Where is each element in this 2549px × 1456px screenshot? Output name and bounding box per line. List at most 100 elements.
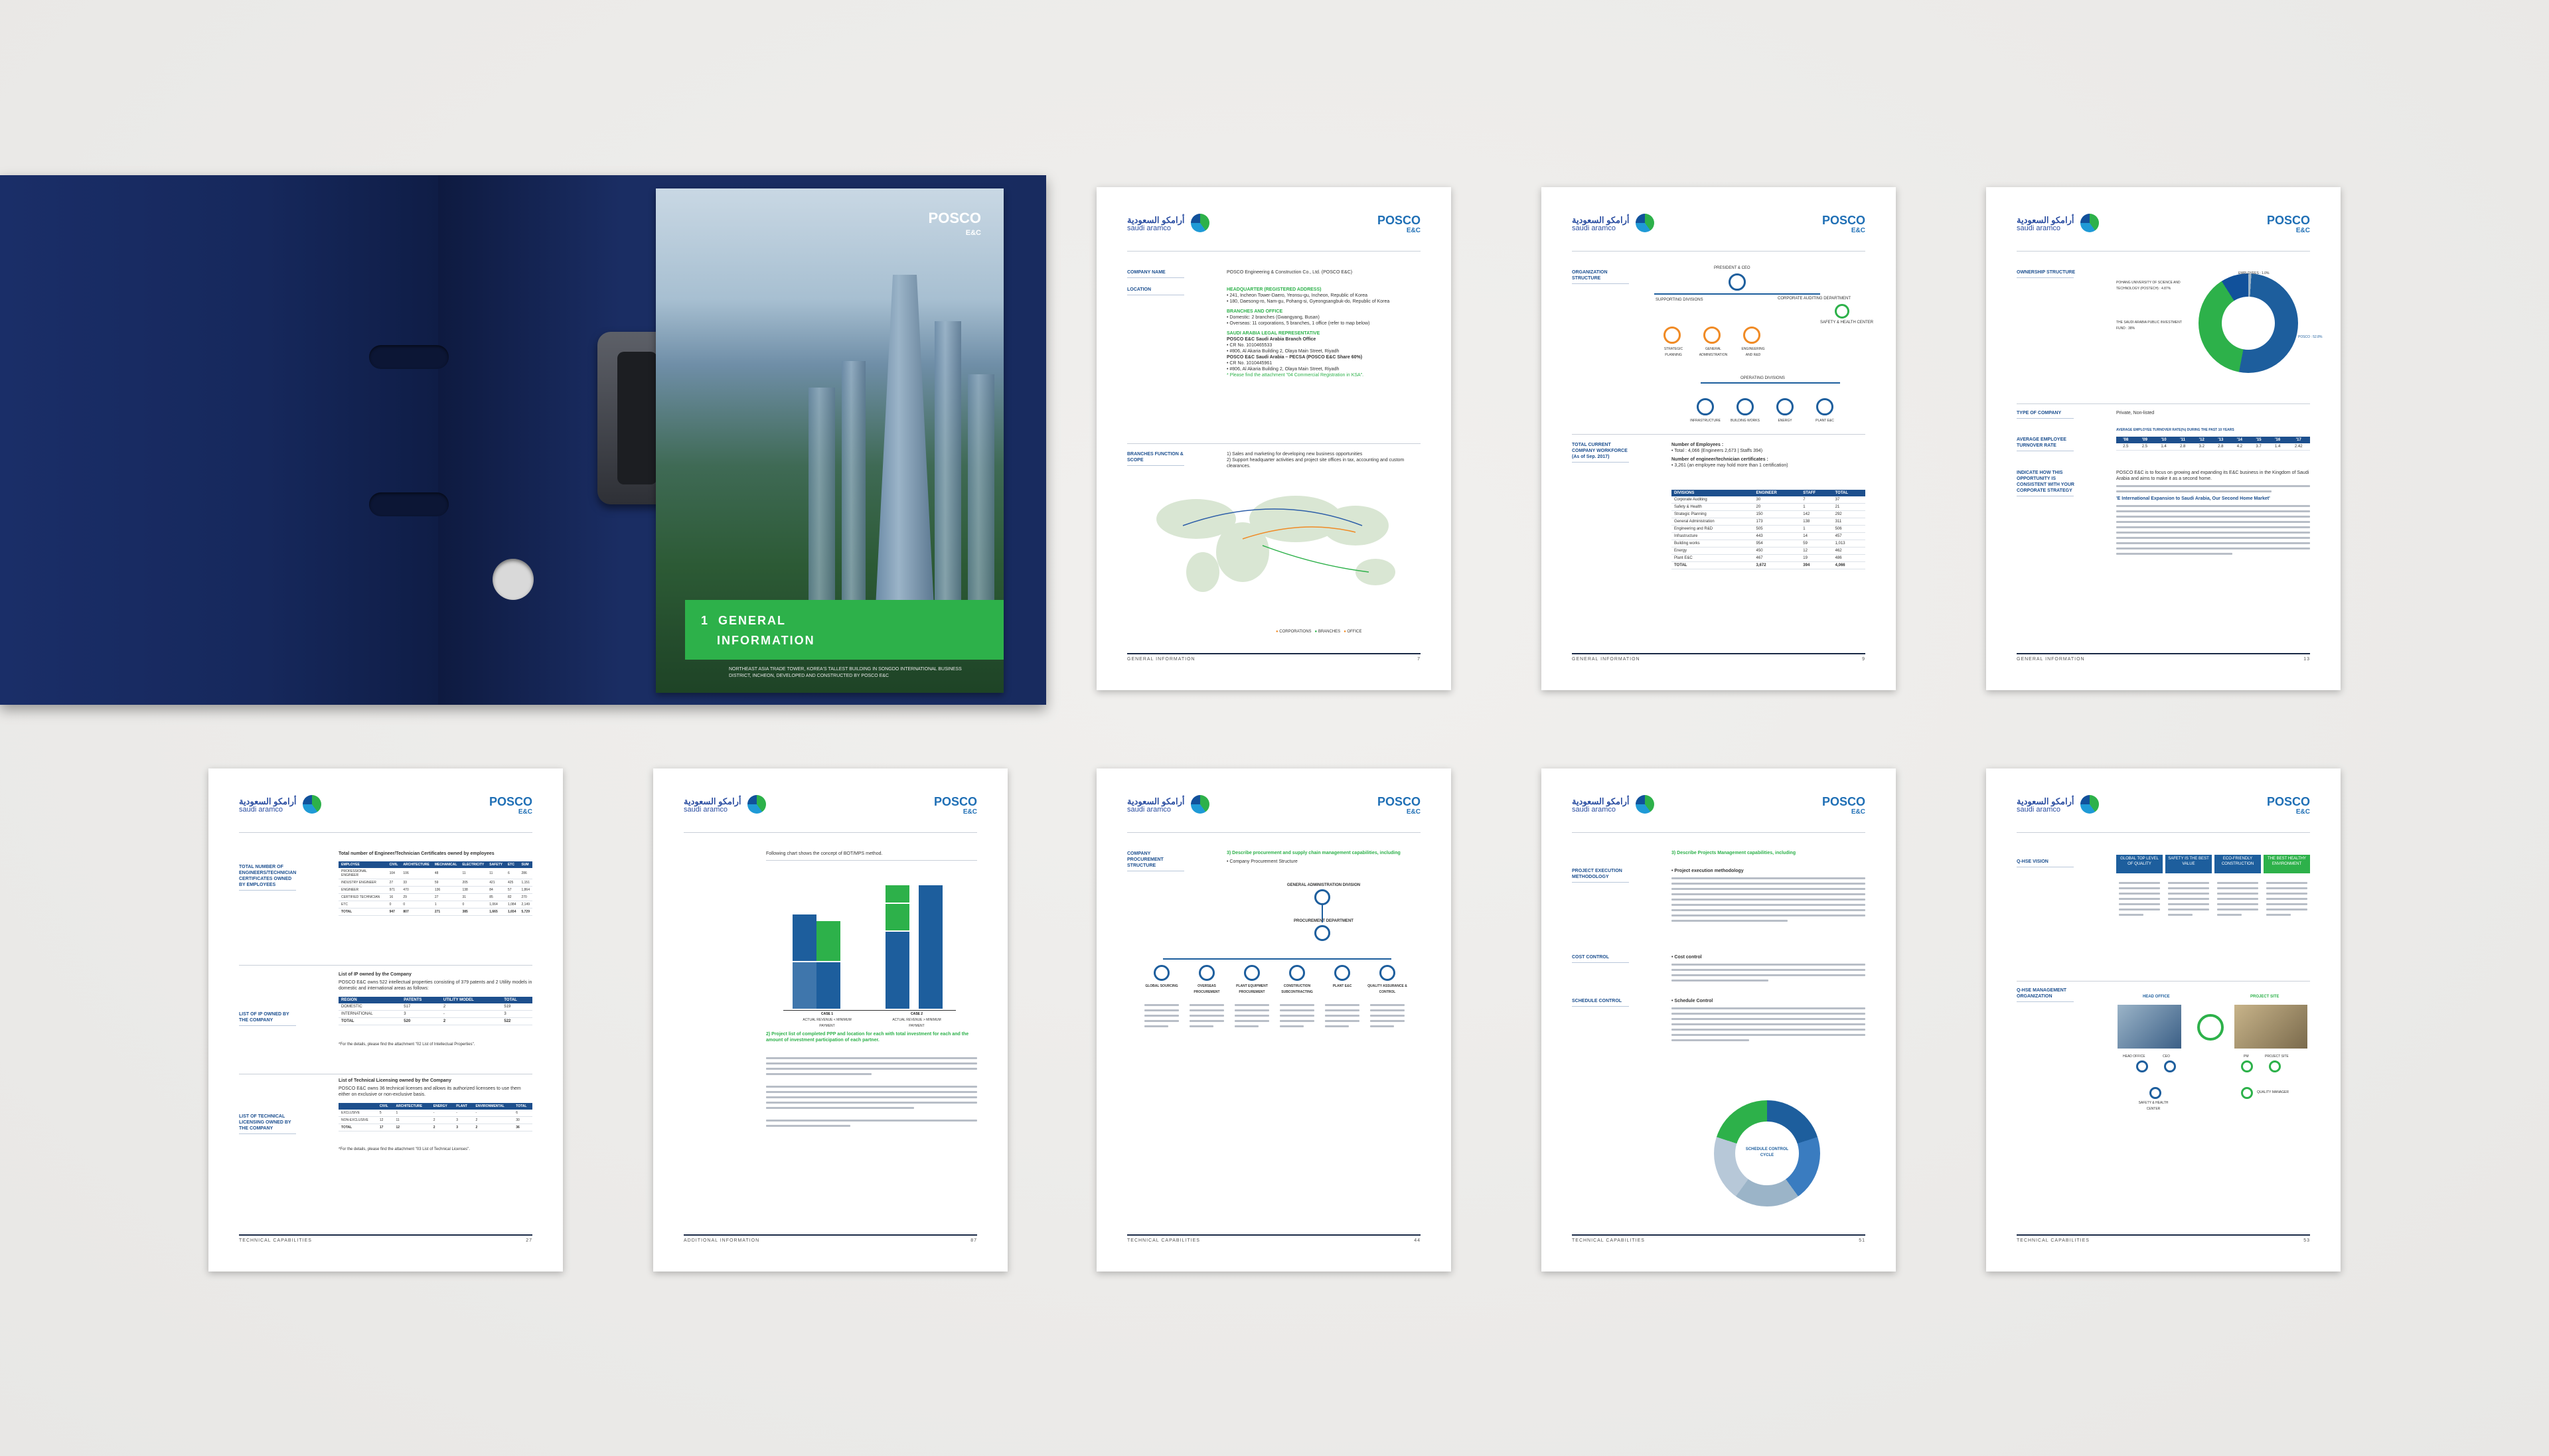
page-technical-53: Q-HSE VISION GLOBAL TOP LEVEL OF QUALITY… — [1986, 768, 2341, 1272]
table-total-row: TOTAL 17 12 2 3 2 36 — [339, 1124, 532, 1131]
saudi-aramco-logo: أرامكو السعودية saudi aramco — [1572, 215, 1630, 232]
org-node — [2164, 1060, 2176, 1072]
aramco-mark-icon — [1191, 214, 1209, 232]
section-label: TOTAL CURRENT COMPANY WORKFORCE (As of S… — [1572, 442, 1632, 463]
table-row: INTERNATIONAL 3-3 — [339, 1010, 532, 1018]
table-header-cell: CIVIL — [386, 861, 401, 868]
vision-heading: ECO-FRIENDLY CONSTRUCTION — [2214, 855, 2261, 873]
table-cell: 12 — [376, 1116, 394, 1124]
page-general-info-13: OWNERSHIP STRUCTURE POHANG UNIVERSITY OF… — [1986, 187, 2341, 690]
table-header-cell: STAFF — [1800, 490, 1833, 496]
table-cell: 2 — [430, 1124, 454, 1131]
chart-bar — [816, 921, 840, 961]
page-technical-44: COMPANY PROCUREMENT STRUCTURE 3) Describ… — [1097, 768, 1451, 1272]
vision-heading: SAFETY IS THE BEST VALUE — [2165, 855, 2212, 873]
vision-text — [2168, 879, 2209, 919]
table-cell: - — [473, 1110, 514, 1117]
page-footer: ADDITIONAL INFORMATION 87 — [684, 1234, 977, 1245]
page-technical-27: TOTAL NUMBER OF ENGINEERS/TECHNICIAN CER… — [208, 768, 563, 1272]
org-label: GENERAL ADMINISTRATION — [1699, 347, 1728, 357]
case-label: CASE 1 ACTUAL REVENUE < MINIMUM PAYMENT — [803, 1012, 852, 1028]
cover-logo: POSCO E&C — [928, 210, 981, 238]
org-label: GENERAL ADMINISTRATION DIVISION — [1286, 883, 1361, 887]
page-header: أرامكو السعودية saudi aramco POSCO E&C — [1127, 214, 1421, 247]
turnover-year: '14 — [2230, 437, 2250, 443]
table-cell: 205 — [459, 879, 487, 887]
table-cell: TOTAL — [339, 908, 387, 916]
org-node — [1835, 304, 1849, 319]
table-cell: 470 — [400, 886, 432, 894]
table-cell: 2 — [430, 1116, 454, 1124]
org-node — [1776, 398, 1794, 415]
table-cell: 4,066 — [1832, 561, 1865, 569]
org-label: QUALITY MANAGER — [2257, 1090, 2289, 1094]
turnover-table: '08'09'10'11'12'13'14'15'16'17 2.5 2.5 1.4 2… — [2116, 437, 2310, 451]
table-cell: 2 — [440, 1003, 502, 1011]
table-cell: 0 — [459, 901, 487, 909]
ownership-label: THE SAUDI ARABIA PUBLIC INVESTMENT FUND … — [2116, 321, 2182, 330]
turnover-value: 2.8 — [2211, 443, 2230, 451]
table-cell: Engineering and R&D — [1671, 525, 1754, 533]
table-cell: 20 — [1753, 503, 1801, 511]
table-cell: 1,864 — [518, 886, 532, 894]
page-footer: TECHNICAL CAPABILITIES 44 — [1127, 1234, 1421, 1245]
section-title-line2: INFORMATION — [717, 634, 815, 647]
table-cell: General Administration — [1671, 518, 1754, 526]
header-divider — [2017, 832, 2310, 833]
table-cell: 519 — [501, 1003, 532, 1011]
table-cell: INTERNATIONAL — [339, 1010, 402, 1018]
table-title: List of IP owned by the Company — [339, 972, 412, 977]
table-cell: 6 — [504, 868, 519, 879]
posco-logo: POSCO E&C — [1377, 795, 1421, 816]
section-label: PROJECT EXECUTION METHODOLOGY — [1572, 868, 1632, 883]
posco-logo: POSCO E&C — [1377, 214, 1421, 234]
chart-bar — [886, 932, 909, 1009]
table-cell: 971 — [386, 886, 401, 894]
table-cell: 394 — [1800, 561, 1833, 569]
team-description — [1235, 1001, 1269, 1031]
org-node — [1314, 889, 1330, 905]
table-cell: 59 — [1800, 540, 1833, 547]
table-total-row: TOTAL 520 2 522 — [339, 1017, 532, 1025]
saudi-aramco-logo: أرامكو السعودية saudi aramco — [1572, 796, 1630, 814]
table-cell: 954 — [1753, 540, 1801, 547]
workforce-table: DIVISIONS ENGINEER STAFF TOTAL Corporate Aud… — [1671, 490, 1865, 569]
table-cell: 27 — [386, 879, 401, 887]
table-row: Energy 450 12 462 — [1671, 547, 1865, 555]
header-divider — [239, 832, 532, 833]
table-header-cell — [339, 1103, 377, 1110]
table-header-cell: ETC — [504, 861, 519, 868]
chart-bar — [793, 914, 816, 961]
org-label: OPERATING DIVISIONS — [1740, 376, 1785, 380]
page-header: أرامكو السعودية saudi aramco POSCO E&C — [1572, 795, 1865, 828]
table-total-row: TOTAL 3,672 394 4,066 — [1671, 561, 1865, 569]
table-header-cell: REGION — [339, 997, 402, 1003]
table-cell: Infrastructure — [1671, 532, 1754, 540]
org-label: CEO — [2163, 1055, 2170, 1058]
table-cell: 443 — [1753, 532, 1801, 540]
head-office-photo — [2118, 1005, 2181, 1049]
table-header-cell: TOTAL — [1832, 490, 1865, 496]
table-cell: Plant E&C — [1671, 554, 1754, 562]
table-cell: Corporate Auditing — [1671, 496, 1754, 504]
page-general-info-9: ORGANIZATION STRUCTURE PRESIDENT & CEO S… — [1541, 187, 1896, 690]
ip-text: POSCO E&C owns 522 intellectual properti… — [339, 980, 532, 991]
table-row: ETC 0 0 1 0 1,064 1,084 2,149 — [339, 901, 532, 909]
posco-logo: POSCO E&C — [2266, 795, 2310, 816]
org-label: PLANT E&C — [1815, 419, 1834, 423]
table-cell: 21 — [1832, 503, 1865, 511]
turnover-value: 3.7 — [2249, 443, 2268, 451]
org-node — [1737, 398, 1754, 415]
team-node — [1154, 965, 1170, 981]
org-heading: HEAD OFFICE — [2143, 995, 2170, 999]
table-cell: Energy — [1671, 547, 1754, 555]
org-heading: PROJECT SITE — [2250, 995, 2279, 999]
building-image — [968, 374, 994, 600]
ownership-label: POHANG UNIVERSITY OF SCIENCE AND TECHNOL… — [2116, 281, 2181, 291]
turnover-value: 2.42 — [2287, 443, 2310, 451]
building-image — [935, 321, 961, 600]
ownership-label: EMPLOYEES : 1.0% — [2238, 271, 2270, 275]
page-footer: GENERAL INFORMATION 7 — [1127, 653, 1421, 664]
table-row: EXCLUSIVE 5 1- - -6 — [339, 1110, 532, 1117]
table-cell: Safety & Health — [1671, 503, 1754, 511]
